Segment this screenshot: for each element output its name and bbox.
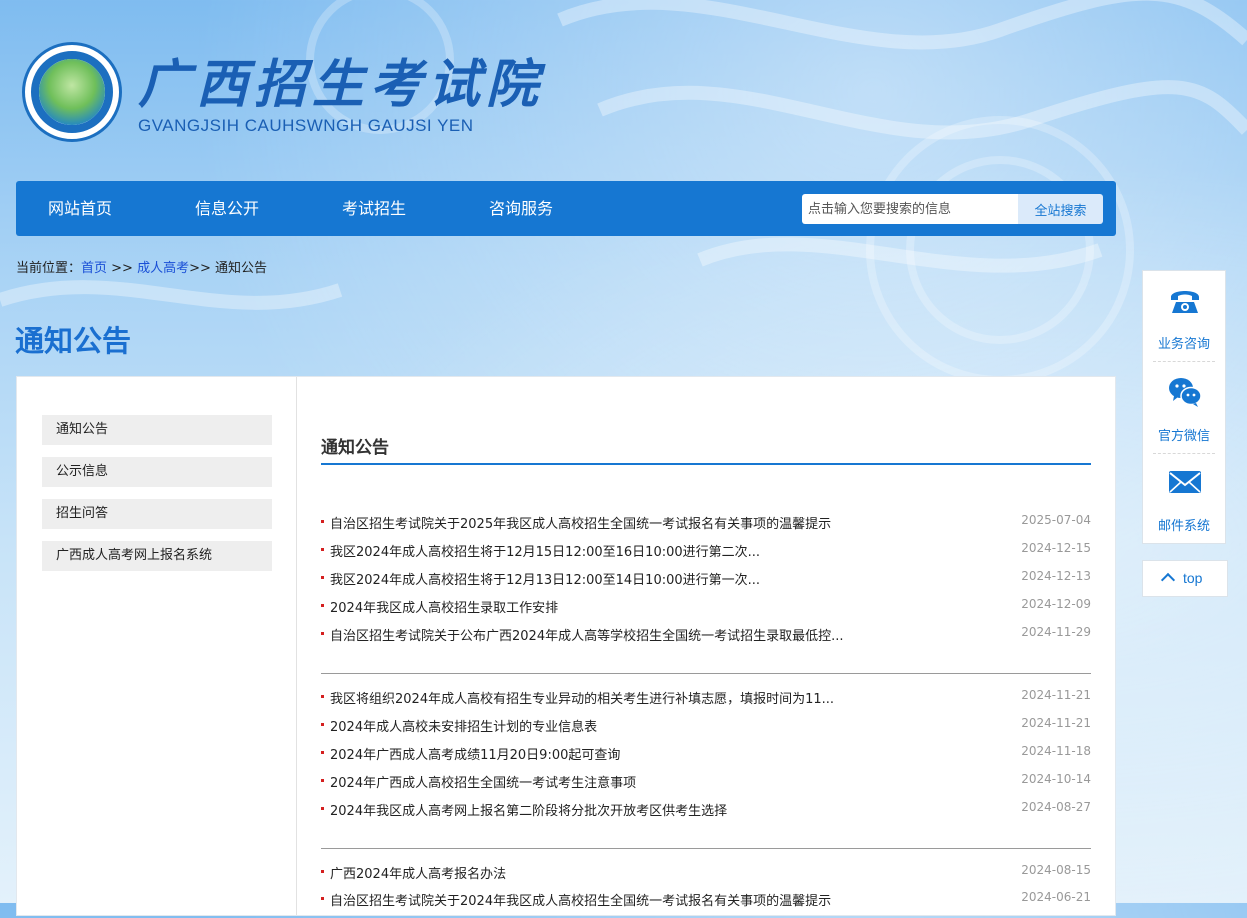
sidebar-item-online-registration[interactable]: 广西成人高考网上报名系统 [42, 541, 272, 571]
list-item: 广西2024年成人高考报名办法 2024-08-15 [321, 863, 1091, 891]
list-item-title[interactable]: 自治区招生考试院关于2025年我区成人高校招生全国统一考试报名有关事项的温馨提示 [330, 513, 831, 532]
telephone-icon [1171, 291, 1199, 313]
float-item-label: 邮件系统 [1157, 519, 1210, 534]
group-divider [321, 673, 1091, 674]
envelope-icon [1169, 471, 1201, 493]
bullet-icon [321, 604, 324, 607]
back-to-top-label: top [1183, 570, 1203, 586]
site-subtitle: GVANGJSIH CAUHSWNGH GAUJSI YEN [138, 116, 474, 135]
list-item-date: 2025-07-04 [1021, 513, 1091, 527]
list-item: 2024年成人高校未安排招生计划的专业信息表 2024-11-21 [321, 716, 1091, 744]
float-item-label: 业务咨询 [1157, 337, 1210, 352]
consult-link[interactable]: 业务咨询 [1143, 271, 1225, 361]
list-item: 自治区招生考试院关于2024年我区成人高校招生全国统一考试报名有关事项的温馨提示… [321, 890, 1091, 918]
sidebar: 通知公告 公示信息 招生问答 广西成人高考网上报名系统 [17, 377, 297, 915]
bullet-icon [321, 751, 324, 754]
list-item: 2024年广西成人高考成绩11月20日9:00起可查询 2024-11-18 [321, 744, 1091, 772]
list-item-date: 2024-11-29 [1021, 625, 1091, 639]
list-item-date: 2024-06-21 [1021, 890, 1091, 904]
list-item: 2024年我区成人高校招生录取工作安排 2024-12-09 [321, 597, 1091, 625]
chevron-up-icon [1160, 572, 1176, 588]
sidebar-item-public-info[interactable]: 公示信息 [42, 457, 272, 487]
bullet-icon [321, 807, 324, 810]
list-item: 自治区招生考试院关于公布广西2024年成人高等学校招生全国统一考试招生录取最低控… [321, 625, 1091, 653]
list-item-title[interactable]: 2024年广西成人高校招生全国统一考试考生注意事项 [330, 772, 636, 791]
mail-link[interactable]: 邮件系统 [1143, 453, 1225, 543]
main-panel: 通知公告 公示信息 招生问答 广西成人高考网上报名系统 通知公告 自治区招生考试… [16, 376, 1116, 916]
back-to-top-button[interactable]: top [1142, 560, 1228, 597]
list-item: 我区将组织2024年成人高校有招生专业异动的相关考生进行补填志愿，填报时间为11… [321, 688, 1091, 716]
group-divider [321, 848, 1091, 849]
list-item-date: 2024-10-14 [1021, 772, 1091, 786]
list-item-title[interactable]: 广西2024年成人高考报名办法 [330, 863, 506, 882]
sidebar-item-faq[interactable]: 招生问答 [42, 499, 272, 529]
list-item-title[interactable]: 自治区招生考试院关于2024年我区成人高校招生全国统一考试报名有关事项的温馨提示 [330, 890, 831, 909]
page-title: 通知公告 [15, 324, 132, 358]
bullet-icon [321, 520, 324, 523]
breadcrumb-prefix: 当前位置： [16, 261, 82, 276]
search-button[interactable]: 全站搜索 [1018, 194, 1103, 224]
sidebar-item-notices[interactable]: 通知公告 [42, 415, 272, 445]
list-item-date: 2024-08-15 [1021, 863, 1091, 877]
nav-item-consult-service[interactable]: 咨询服务 [489, 181, 553, 236]
bullet-icon [321, 576, 324, 579]
nav-item-info-disclosure[interactable]: 信息公开 [195, 181, 259, 236]
list-item-date: 2024-11-18 [1021, 744, 1091, 758]
bullet-icon [321, 632, 324, 635]
wechat-icon [1169, 378, 1202, 407]
list-item-title[interactable]: 自治区招生考试院关于公布广西2024年成人高等学校招生全国统一考试招生录取最低控… [330, 625, 843, 644]
bullet-icon [321, 548, 324, 551]
list-item: 我区2024年成人高校招生将于12月13日12:00至14日10:00进行第一次… [321, 569, 1091, 597]
list-item-date: 2024-11-21 [1021, 688, 1091, 702]
bullet-icon [321, 897, 324, 900]
nav-item-exam-admission[interactable]: 考试招生 [342, 181, 406, 236]
bullet-icon [321, 779, 324, 782]
list-item-date: 2024-08-27 [1021, 800, 1091, 814]
list-item: 2024年我区成人高考网上报名第二阶段将分批次开放考区供考生选择 2024-08… [321, 800, 1091, 828]
wechat-link[interactable]: 官方微信 [1143, 363, 1225, 453]
breadcrumb-current: 通知公告 [215, 261, 268, 276]
float-toolbar: 业务咨询 官方微信 邮件系统 [1142, 270, 1226, 544]
nav-item-home[interactable]: 网站首页 [48, 181, 112, 236]
breadcrumb: 当前位置：首页 >> 成人高考>> 通知公告 [16, 257, 267, 276]
list-item-title[interactable]: 2024年成人高校未安排招生计划的专业信息表 [330, 716, 597, 735]
search-input[interactable] [802, 194, 1018, 224]
float-divider [1153, 361, 1215, 362]
list-item: 2024年广西成人高校招生全国统一考试考生注意事项 2024-10-14 [321, 772, 1091, 800]
list-item-title[interactable]: 2024年我区成人高考网上报名第二阶段将分批次开放考区供考生选择 [330, 800, 727, 819]
list-item-date: 2024-11-21 [1021, 716, 1091, 730]
title-underline [321, 463, 1091, 465]
breadcrumb-separator: >> [189, 261, 216, 276]
list-item-date: 2024-12-09 [1021, 597, 1091, 611]
site-logo[interactable]: 广西招生考试院 GVANGJSIH CAUHSWNGH GAUJSI YEN [20, 40, 538, 144]
content-title: 通知公告 [321, 438, 389, 458]
list-item-date: 2024-12-13 [1021, 569, 1091, 583]
list-item-title[interactable]: 我区2024年成人高校招生将于12月13日12:00至14日10:00进行第一次… [330, 569, 760, 588]
bullet-icon [321, 723, 324, 726]
emblem-icon [22, 42, 122, 142]
list-item: 自治区招生考试院关于2025年我区成人高校招生全国统一考试报名有关事项的温馨提示… [321, 513, 1091, 541]
list-item-title[interactable]: 2024年我区成人高校招生录取工作安排 [330, 597, 558, 616]
site-title: 广西招生考试院 [138, 54, 545, 115]
breadcrumb-separator: >> [107, 261, 138, 276]
float-item-label: 官方微信 [1157, 429, 1210, 444]
list-item-title[interactable]: 我区2024年成人高校招生将于12月15日12:00至16日10:00进行第二次… [330, 541, 760, 560]
breadcrumb-section-link[interactable]: 成人高考 [137, 261, 189, 276]
list-item-title[interactable]: 2024年广西成人高考成绩11月20日9:00起可查询 [330, 744, 620, 763]
bullet-icon [321, 870, 324, 873]
bullet-icon [321, 695, 324, 698]
breadcrumb-home-link[interactable]: 首页 [81, 261, 107, 276]
main-nav: 网站首页 信息公开 考试招生 咨询服务 全站搜索 [16, 181, 1116, 236]
list-item: 我区2024年成人高校招生将于12月15日12:00至16日10:00进行第二次… [321, 541, 1091, 569]
list-item-date: 2024-12-15 [1021, 541, 1091, 555]
list-item-title[interactable]: 我区将组织2024年成人高校有招生专业异动的相关考生进行补填志愿，填报时间为11… [330, 688, 834, 707]
